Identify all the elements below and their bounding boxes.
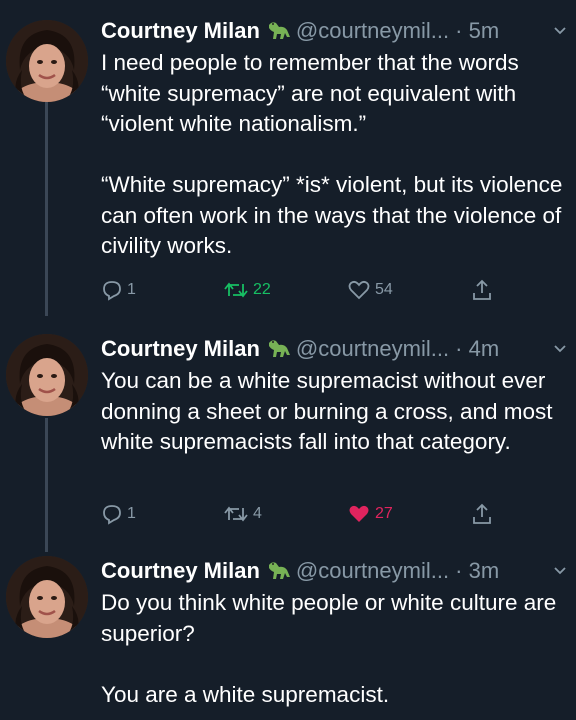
like-count: 54 [375,281,393,298]
tweet-text: You can be a white supremacist without e… [101,368,553,454]
timestamp[interactable]: 5m [469,18,500,43]
timestamp[interactable]: 4m [469,336,500,361]
tweet-header: Courtney Milan @courtneymil... · 3m [101,556,576,586]
reply-icon [101,279,123,301]
share-button[interactable] [471,276,493,304]
tweet[interactable]: Courtney Milan @courtneymil... · 3m Do yo… [0,556,576,720]
tweet-text: Do you think white people or white cultu… [101,590,557,707]
handle[interactable]: @courtneymil... [296,336,449,361]
tweet-text: I need people to remember that the words… [101,50,563,258]
tweet[interactable]: Courtney Milan @courtneymil... · 4m You c… [0,334,576,544]
display-name[interactable]: Courtney Milan [101,336,260,361]
reply-count: 1 [127,281,136,298]
tweet[interactable]: Courtney Milan @courtneymil... · 5m I nee… [0,16,576,316]
display-name[interactable]: Courtney Milan [101,558,260,583]
action-bar: 1 4 27 [101,500,561,530]
t-rex-emoji-icon [266,19,292,41]
retweet-button[interactable]: 4 [223,500,262,528]
tweet-header: Courtney Milan @courtneymil... · 5m [101,16,576,46]
retweet-icon [223,279,249,301]
retweet-button[interactable]: 22 [223,276,271,304]
separator-dot: · [449,336,469,361]
separator-dot: · [449,558,469,583]
retweet-count: 22 [253,281,271,298]
share-button[interactable] [471,500,493,528]
action-bar: 1 22 54 [101,276,561,306]
avatar[interactable] [6,334,88,416]
reply-icon [101,503,123,525]
retweet-count: 4 [253,505,262,522]
share-icon [471,278,493,302]
like-button[interactable]: 27 [347,500,393,528]
reply-button[interactable]: 1 [101,276,136,304]
t-rex-emoji-icon [266,337,292,359]
display-name[interactable]: Courtney Milan [101,18,260,43]
share-icon [471,502,493,526]
separator-dot: · [449,18,469,43]
handle[interactable]: @courtneymil... [296,558,449,583]
reply-count: 1 [127,505,136,522]
tweet-header: Courtney Milan @courtneymil... · 4m [101,334,576,364]
t-rex-emoji-icon [266,559,292,581]
heart-icon [347,503,371,525]
heart-icon [347,279,371,301]
handle[interactable]: @courtneymil... [296,18,449,43]
avatar[interactable] [6,20,88,102]
like-button[interactable]: 54 [347,276,393,304]
like-count: 27 [375,505,393,522]
retweet-icon [223,503,249,525]
timestamp[interactable]: 3m [469,558,500,583]
avatar[interactable] [6,556,88,638]
reply-button[interactable]: 1 [101,500,136,528]
